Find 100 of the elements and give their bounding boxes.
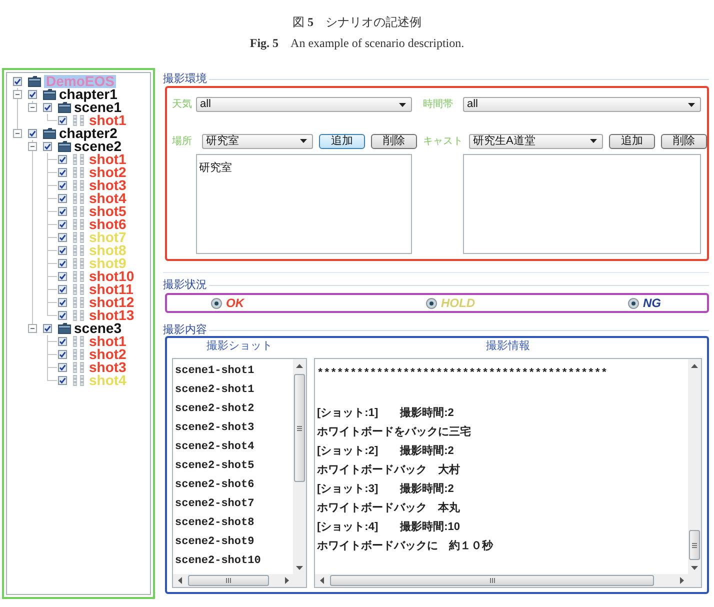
list-item[interactable]: scene2-shot7 — [175, 495, 254, 514]
list-item[interactable]: scene1-shot1 — [175, 362, 254, 381]
radio-button[interactable] — [426, 298, 437, 308]
checkbox[interactable] — [58, 311, 67, 320]
scrollbar-thumb[interactable] — [330, 575, 654, 586]
scrollbar-thumb[interactable] — [294, 374, 305, 482]
list-item[interactable]: 研究室 — [199, 161, 232, 175]
collapse-icon[interactable] — [28, 103, 37, 112]
checkbox[interactable] — [58, 207, 67, 216]
checkbox[interactable] — [58, 285, 67, 294]
tree-item[interactable]: shot4 — [89, 192, 126, 205]
checkbox[interactable] — [58, 272, 67, 281]
delete-button[interactable]: 削除 — [371, 134, 417, 148]
checkbox[interactable] — [28, 129, 37, 138]
dropdown[interactable]: 研究生A道堂 — [469, 134, 603, 148]
collapse-icon[interactable] — [13, 129, 22, 138]
tree-item[interactable]: scene2 — [74, 140, 122, 153]
tree-item[interactable]: shot12 — [89, 296, 134, 309]
checkbox[interactable] — [58, 246, 67, 255]
tree-item[interactable]: shot1 — [89, 335, 126, 348]
checkbox[interactable] — [58, 220, 67, 229]
caret-icon[interactable] — [590, 139, 597, 143]
tree-item[interactable]: shot5 — [89, 205, 126, 218]
right-arrow-icon[interactable] — [680, 577, 684, 584]
vertical-scrollbar[interactable] — [293, 359, 306, 574]
dropdown[interactable]: 研究室 — [202, 134, 313, 148]
list-item[interactable]: scene2-shot5 — [175, 457, 254, 476]
list-item[interactable]: scene2-shot9 — [175, 533, 254, 552]
left-arrow-icon[interactable] — [320, 577, 324, 584]
checkbox[interactable] — [28, 90, 37, 99]
checkbox[interactable] — [58, 155, 67, 164]
tree-item[interactable]: shot6 — [89, 218, 126, 231]
shot-listbox[interactable]: scene1-shot1 scene2-shot1 scene2-shot2 scene2-shot3 scene2-shot4 scene2-shot5 scene2-shot6 scene2-shot7 scene2-shot8 scene2-shot9 scene2-shot10 — [172, 358, 307, 588]
text-line: [ショット:4] 撮影時間:10 — [317, 520, 460, 535]
tree-item[interactable]: shot2 — [89, 166, 126, 179]
list-item[interactable]: scene2-shot3 — [175, 419, 254, 438]
radio-button[interactable] — [628, 298, 639, 308]
horizontal-scrollbar[interactable] — [315, 574, 688, 587]
list-item[interactable]: scene2-shot1 — [175, 381, 254, 400]
checkbox[interactable] — [58, 350, 67, 359]
caret-icon[interactable] — [300, 139, 307, 143]
option-label[interactable]: OK — [226, 296, 244, 310]
scrollbar-thumb[interactable] — [689, 530, 700, 560]
add-button[interactable]: 追加 — [319, 134, 365, 148]
vertical-scrollbar[interactable] — [688, 359, 701, 574]
listbox[interactable]: 研究室 — [196, 154, 412, 254]
collapse-icon[interactable] — [28, 142, 37, 151]
tree-item[interactable]: chapter2 — [59, 127, 118, 140]
section-title: 撮影環境 — [163, 73, 207, 85]
tree-item[interactable]: shot13 — [89, 309, 134, 322]
tree-item[interactable]: shot3 — [89, 179, 126, 192]
list-item[interactable]: scene2-shot4 — [175, 438, 254, 457]
info-text-area[interactable]: ******************************************** [ショット:1] 撮影時間:2 ホワイトボードをバックに三宅 [ショット:2] 撮影時間:2 ホワイトボードバック 大村 [ショット:3] 撮影時間:2 ホワイトボードバック 本丸 [ショット:4] 撮影時間:10 ホワイトボードバックに 約１０秒 — [314, 358, 702, 588]
checkbox[interactable] — [58, 363, 67, 372]
list-item[interactable]: scene2-shot6 — [175, 476, 254, 495]
list-item[interactable]: scene2-shot10 — [175, 552, 261, 571]
dropdown[interactable]: all — [463, 97, 701, 112]
tree-item[interactable]: shot2 — [89, 348, 126, 361]
checkbox[interactable] — [58, 337, 67, 346]
up-arrow-icon[interactable] — [691, 364, 698, 368]
delete-button[interactable]: 削除 — [661, 134, 707, 148]
add-button[interactable]: 追加 — [609, 134, 655, 148]
checkbox[interactable] — [58, 181, 67, 190]
checkbox[interactable] — [58, 168, 67, 177]
tree-item[interactable]: chapter1 — [59, 88, 118, 101]
option-label[interactable]: NG — [643, 296, 661, 310]
checkbox[interactable] — [58, 194, 67, 203]
tree-item[interactable]: shot1 — [89, 114, 126, 127]
collapse-icon[interactable] — [28, 324, 37, 333]
scrollbar-thumb[interactable] — [188, 575, 269, 586]
checkbox[interactable] — [58, 116, 67, 125]
checkbox[interactable] — [43, 142, 52, 151]
caret-icon[interactable] — [688, 102, 695, 106]
caret-icon[interactable] — [399, 102, 406, 106]
right-arrow-icon[interactable] — [284, 577, 288, 584]
tree-item[interactable]: shot10 — [89, 270, 134, 283]
down-arrow-icon[interactable] — [691, 566, 698, 570]
left-arrow-icon[interactable] — [178, 577, 182, 584]
list-item[interactable]: scene2-shot2 — [175, 400, 254, 419]
checkbox[interactable] — [13, 77, 22, 86]
checkbox[interactable] — [43, 103, 52, 112]
list-item[interactable]: scene2-shot8 — [175, 514, 254, 533]
tree-item[interactable]: shot3 — [89, 361, 126, 374]
up-arrow-icon[interactable] — [296, 364, 303, 368]
tree-item[interactable]: shot1 — [89, 153, 126, 166]
tree-item[interactable]: scene1 — [74, 101, 122, 114]
film-strip-icon — [73, 180, 84, 191]
horizontal-scrollbar[interactable] — [173, 574, 293, 587]
tree-item[interactable]: shot11 — [89, 283, 134, 296]
radio-button[interactable] — [211, 298, 222, 308]
checkbox[interactable] — [58, 233, 67, 242]
checkbox[interactable] — [58, 259, 67, 268]
folder-icon — [28, 76, 41, 87]
dropdown[interactable]: all — [196, 97, 412, 112]
collapse-icon[interactable] — [13, 90, 22, 99]
checkbox[interactable] — [43, 324, 52, 333]
tree-item[interactable]: scene3 — [74, 322, 122, 335]
down-arrow-icon[interactable] — [296, 566, 303, 570]
checkbox[interactable] — [58, 376, 67, 385]
checkbox[interactable] — [58, 298, 67, 307]
